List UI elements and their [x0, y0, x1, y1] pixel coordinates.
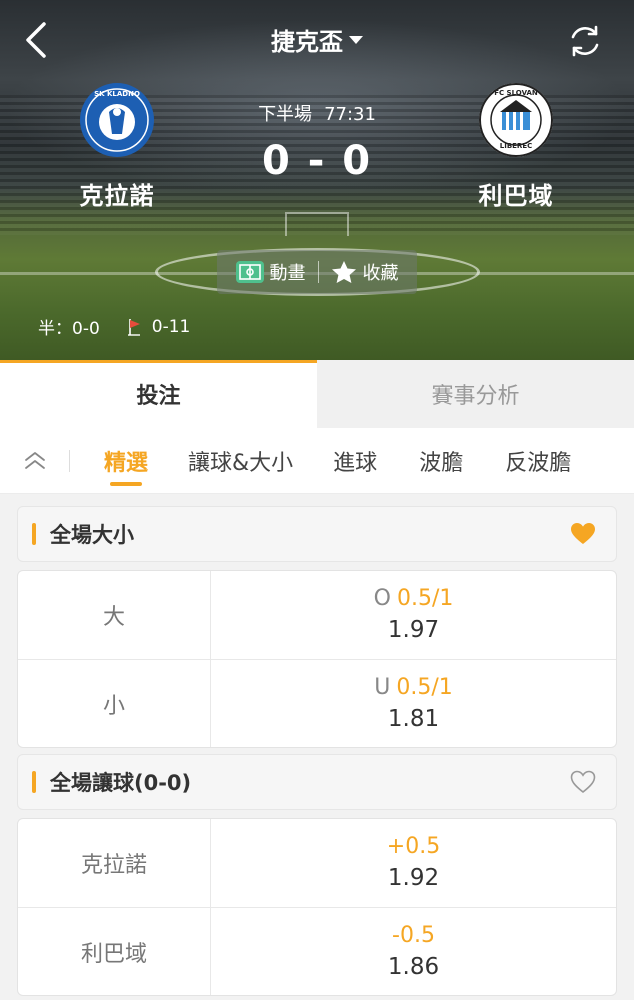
favorite-market-button[interactable] [570, 770, 596, 794]
favorite-match-button[interactable]: 收藏 [331, 259, 399, 285]
caret-down-icon [349, 36, 363, 44]
odds-table: 大 O 0.5/1 1.97 小 U 0.5/1 1.81 [17, 570, 617, 748]
tab-match-analysis[interactable]: 賽事分析 [317, 360, 634, 428]
heart-filled-icon [571, 523, 595, 544]
heart-outline-icon [570, 770, 596, 794]
handicap-value: +0.5 [386, 834, 441, 859]
odds-price: 1.92 [387, 865, 440, 891]
line-prefix: O [373, 586, 391, 611]
odds-row: 利巴域 -0.5 1.86 [18, 907, 616, 995]
handicap-value: 0.5/1 [396, 674, 453, 700]
favorite-label: 收藏 [362, 263, 399, 284]
action-pill: 動畫 收藏 [217, 250, 417, 294]
market-header[interactable]: 全場讓球(0-0) [17, 754, 617, 810]
sub-tab-handicap-total[interactable]: 讓球&大小 [188, 428, 293, 494]
selection-name: 克拉諾 [18, 819, 211, 907]
odds-button[interactable]: +0.5 1.92 [211, 819, 616, 907]
match-stats: 半：0-0 0-11 [38, 314, 191, 340]
goal-frame [285, 212, 349, 236]
match-score: 0 - 0 [261, 138, 373, 184]
sub-tab-featured[interactable]: 精選 [104, 428, 148, 494]
competition-title: 捷克盃 [271, 28, 343, 56]
match-period: 下半場 [258, 104, 313, 125]
sub-tab-anti-correct-score[interactable]: 反波膽 [505, 428, 571, 494]
market-title: 全場大小 [50, 523, 134, 547]
animation-button[interactable]: 動畫 [235, 259, 306, 285]
home-crest-text: SK KLADNO [94, 90, 140, 98]
match-clock: 77:31 [324, 104, 376, 125]
away-crest-text-top: FC SLOVAN [494, 89, 538, 97]
main-tabs: 投注 賽事分析 [0, 360, 634, 428]
refresh-button[interactable] [566, 22, 604, 60]
collapse-button[interactable] [0, 428, 70, 494]
match-header: 捷克盃 SK KLADNO 克拉諾 FC SLOVAN LIBEREC 利巴域 … [0, 0, 634, 360]
double-chevron-up-icon [25, 451, 45, 469]
odds-line: -0.5 [392, 922, 435, 950]
tab-betting[interactable]: 投注 [0, 360, 317, 428]
handicap-value: -0.5 [392, 922, 435, 948]
odds-row: 大 O 0.5/1 1.97 [18, 571, 616, 659]
half-time-score: 半：0-0 [38, 319, 100, 339]
favorite-market-button[interactable] [570, 522, 596, 546]
corner-count: 0-11 [127, 316, 191, 337]
odds-line: O 0.5/1 [374, 585, 454, 613]
accent-bar [32, 771, 36, 793]
market-title: 全場讓球(0-0) [50, 771, 192, 795]
selection-name: 利巴域 [18, 908, 211, 995]
pitch-icon [235, 261, 264, 283]
odds-button[interactable]: O 0.5/1 1.97 [211, 571, 616, 659]
line-prefix: U [374, 674, 391, 700]
sub-tab-goals[interactable]: 進球 [333, 428, 377, 494]
divider [317, 261, 319, 283]
market-sub-tabs: 精選 讓球&大小 進球 波膽 反波膽 [0, 428, 634, 494]
handicap-value: 0.5/1 [396, 586, 454, 611]
odds-line: U 0.5/1 [374, 674, 453, 702]
star-icon [331, 261, 356, 283]
odds-price: 1.81 [387, 705, 440, 732]
selection-name: 大 [18, 571, 211, 659]
corner-flag-icon [127, 318, 140, 336]
match-status: 下半場 77:31 [0, 100, 634, 126]
odds-line: +0.5 [387, 833, 440, 861]
odds-button[interactable]: U 0.5/1 1.81 [211, 660, 616, 747]
corner-count-value: 0-11 [151, 316, 191, 337]
sub-tab-correct-score[interactable]: 波膽 [419, 428, 463, 494]
odds-row: 克拉諾 +0.5 1.92 [18, 819, 616, 907]
odds-price: 1.86 [387, 953, 440, 980]
accent-bar [32, 523, 36, 545]
competition-selector[interactable]: 捷克盃 [0, 22, 634, 57]
odds-table: 克拉諾 +0.5 1.92 利巴域 -0.5 1.86 [17, 818, 617, 996]
market-header[interactable]: 全場大小 [17, 506, 617, 562]
selection-name: 小 [18, 660, 211, 747]
refresh-icon [571, 25, 599, 57]
animation-label: 動畫 [269, 263, 306, 284]
odds-row: 小 U 0.5/1 1.81 [18, 659, 616, 747]
odds-button[interactable]: -0.5 1.86 [211, 908, 616, 995]
odds-price: 1.97 [387, 617, 440, 643]
